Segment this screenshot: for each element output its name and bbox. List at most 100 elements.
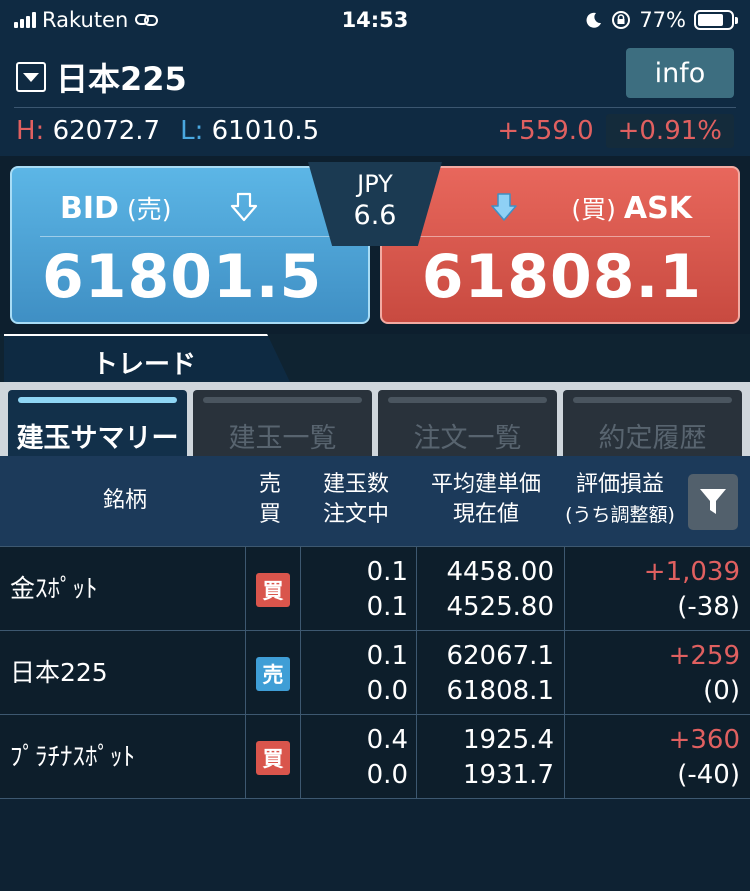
pl-value: +1,039 <box>643 557 740 587</box>
tab-indicator <box>18 397 177 403</box>
spread-value: 6.6 <box>353 200 397 231</box>
side-badge-sell: 売 <box>256 657 290 691</box>
header-qty: 建玉数 <box>322 472 389 497</box>
header-avg-price: 平均建単価 <box>430 472 541 497</box>
row-quantity: 0.1 0.0 <box>300 631 408 715</box>
tab-position-list[interactable]: 建玉一覧 <box>193 390 372 456</box>
pending-value: 0.0 <box>366 676 408 706</box>
qty-value: 0.4 <box>366 725 408 755</box>
quote-area: BID (売) 61801.5 (買) ASK 61808.1 JPY 6.6 <box>0 156 750 334</box>
header-pending: 注文中 <box>322 502 389 527</box>
instrument-title[interactable]: 日本225 <box>56 54 187 100</box>
tab-indicator <box>203 397 362 403</box>
sub-tab-bar: 建玉サマリー 建玉一覧 注文一覧 約定履歴 <box>0 382 750 456</box>
row-symbol: 日本225 <box>10 658 108 687</box>
battery-percent: 77% <box>639 8 686 32</box>
rotation-lock-icon <box>612 11 631 29</box>
position-table: 金ｽﾎﾟｯﾄ 買 0.1 0.1 4458.00 4525.80 +1,039 … <box>0 547 750 799</box>
caret-down-icon <box>23 72 39 82</box>
header-pl-value: 評価損益 <box>575 472 664 497</box>
header-quantity: 建玉数 注文中 <box>300 470 412 530</box>
moon-icon <box>586 12 602 28</box>
row-symbol: 金ｽﾎﾟｯﾄ <box>10 574 98 603</box>
high-value: 62072.7 <box>52 116 161 146</box>
pending-value: 0.1 <box>366 592 408 622</box>
side-badge-buy: 買 <box>256 741 290 775</box>
qty-value: 0.1 <box>366 557 408 587</box>
column-divider <box>245 631 246 715</box>
header-side-buy: 買 <box>258 502 281 527</box>
arrow-down-filled-icon <box>491 193 517 221</box>
battery-icon <box>694 10 738 30</box>
table-header: 銘柄 売 買 建玉数 注文中 平均建単価 現在値 評価損益 (うち調整額) <box>0 456 750 547</box>
current-price-value: 1931.7 <box>463 760 554 790</box>
bid-rule <box>40 236 340 237</box>
main-tab-bar: トレード <box>0 334 750 382</box>
header-side: 売 買 <box>248 470 292 530</box>
pl-value: +259 <box>668 641 740 671</box>
header-symbol: 銘柄 <box>102 488 147 513</box>
filter-button[interactable] <box>688 474 738 530</box>
row-price: 1925.4 1931.7 <box>416 715 554 799</box>
table-row[interactable]: ﾌﾟﾗﾁﾅｽﾎﾟｯﾄ 買 0.4 0.0 1925.4 1931.7 +360 … <box>0 715 750 799</box>
tab-label: 注文一覧 <box>413 423 522 454</box>
arrow-down-outline-icon <box>230 192 258 222</box>
row-symbol: ﾌﾟﾗﾁﾅｽﾎﾟｯﾄ <box>10 742 136 771</box>
adjustment-value: (-38) <box>677 592 740 622</box>
high-low-row: H: 62072.7 L: 61010.5 <box>16 116 319 146</box>
tab-order-list[interactable]: 注文一覧 <box>378 390 557 456</box>
row-price: 62067.1 61808.1 <box>416 631 554 715</box>
pl-value: +360 <box>668 725 740 755</box>
change-value: +559.0 <box>497 116 594 146</box>
side-badge-buy: 買 <box>256 573 290 607</box>
row-pl: +1,039 (-38) <box>564 547 740 631</box>
low-label: L: <box>180 116 204 146</box>
column-divider <box>245 715 246 799</box>
current-price-value: 61808.1 <box>446 676 554 706</box>
tab-trade[interactable]: トレード <box>4 334 290 382</box>
change-percent: +0.91% <box>605 114 734 148</box>
instrument-header: 日本225 info H: 62072.7 L: 61010.5 +559.0 … <box>0 40 750 156</box>
ask-sub-label: (買) <box>571 195 616 224</box>
high-label: H: <box>16 116 45 146</box>
info-button[interactable]: info <box>626 48 734 98</box>
low-value: 61010.5 <box>211 116 320 146</box>
bid-label: BID <box>60 191 119 226</box>
header-side-sell: 売 <box>258 472 281 497</box>
header-price: 平均建単価 現在値 <box>418 470 554 530</box>
instrument-dropdown[interactable] <box>16 62 46 92</box>
header-divider <box>14 107 736 108</box>
bid-sub-label: (売) <box>126 195 172 224</box>
pending-value: 0.0 <box>366 760 408 790</box>
bid-price: 61801.5 <box>42 242 323 312</box>
change-group: +559.0 +0.91% <box>497 114 734 148</box>
table-row[interactable]: 金ｽﾎﾟｯﾄ 買 0.1 0.1 4458.00 4525.80 +1,039 … <box>0 547 750 631</box>
column-divider <box>245 547 246 631</box>
qty-value: 0.1 <box>366 641 408 671</box>
tab-position-summary[interactable]: 建玉サマリー <box>8 390 187 456</box>
avg-price-value: 1925.4 <box>463 725 554 755</box>
current-price-value: 4525.80 <box>446 592 554 622</box>
row-price: 4458.00 4525.80 <box>416 547 554 631</box>
tab-indicator <box>388 397 547 403</box>
ask-price: 61808.1 <box>421 242 702 312</box>
ask-label: ASK <box>623 191 692 226</box>
ask-rule <box>410 236 710 237</box>
tab-indicator <box>573 397 732 403</box>
header-adjustment: (うち調整額) <box>565 504 675 526</box>
spread-currency: JPY <box>357 170 393 198</box>
row-pl: +360 (-40) <box>564 715 740 799</box>
tab-label: 約定履歴 <box>598 423 707 454</box>
status-bar: Rakuten 14:53 77% <box>0 0 750 40</box>
avg-price-value: 4458.00 <box>446 557 554 587</box>
table-row[interactable]: 日本225 売 0.1 0.0 62067.1 61808.1 +259 (0) <box>0 631 750 715</box>
adjustment-value: (0) <box>703 676 740 706</box>
tab-label: 建玉サマリー <box>16 423 179 454</box>
tab-execution-history[interactable]: 約定履歴 <box>563 390 742 456</box>
avg-price-value: 62067.1 <box>446 641 554 671</box>
header-current-price: 現在値 <box>452 502 519 527</box>
tab-label: 建玉一覧 <box>228 423 337 454</box>
filter-icon <box>700 489 726 514</box>
header-pl: 評価損益 (うち調整額) <box>560 470 680 530</box>
row-quantity: 0.4 0.0 <box>300 715 408 799</box>
